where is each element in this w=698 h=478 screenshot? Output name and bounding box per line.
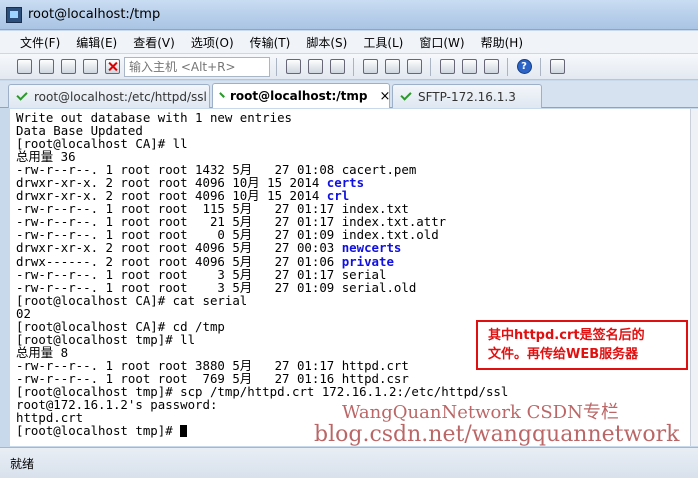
print-setup-icon[interactable] [404,57,424,77]
connect-icon[interactable] [14,57,34,77]
session-tab-strip: root@localhost:/etc/httpd/ssl root@local… [0,81,698,108]
menu-window[interactable]: 窗口(W) [411,34,472,51]
toolbar-divider [353,57,354,76]
connected-check-icon [219,91,225,98]
find-icon[interactable] [327,57,347,77]
menu-tools[interactable]: 工具(L) [355,34,411,51]
window-title: root@localhost:/tmp [28,7,161,22]
connect-tab-icon[interactable] [58,57,78,77]
terminal-line: -rw-r--r--. 1 root root 3 5月 27 01:17 se… [16,266,387,282]
toolbar-divider [507,57,508,76]
status-bar: 就绪 [0,447,698,478]
global-options-icon[interactable] [459,57,479,77]
tab-label: root@localhost:/etc/httpd/ssl [34,89,207,104]
annotation-line-1: 其中httpd.crt是签名后的 [488,328,645,343]
reconnect-icon[interactable] [80,57,100,77]
menu-edit[interactable]: 编辑(E) [68,34,125,51]
connected-check-icon [400,89,412,101]
tab-label: root@localhost:/tmp [230,89,368,103]
toolbar-divider [540,57,541,76]
print-preview-icon[interactable] [382,57,402,77]
terminal-output[interactable]: Write out database with 1 new entries Dat… [10,109,698,446]
terminal-line: drwx------. 2 root root 4096 5月 27 01:06… [16,253,394,269]
session-options-icon[interactable] [437,57,457,77]
help-icon[interactable]: ? [514,57,534,77]
toolbar-divider [430,57,431,76]
copy-icon[interactable] [283,57,303,77]
menu-help[interactable]: 帮助(H) [473,34,531,51]
status-text: 就绪 [10,456,35,471]
close-tab-icon[interactable]: × [380,89,391,104]
disconnect-icon[interactable] [102,57,122,77]
key-icon[interactable] [481,57,501,77]
host-input[interactable] [124,56,270,77]
terminal-scrollbar[interactable] [690,109,698,446]
quick-connect-icon[interactable] [36,57,56,77]
paste-icon[interactable] [305,57,325,77]
toolbar: ? [0,54,698,80]
menu-file[interactable]: 文件(F) [12,34,68,51]
tab-etc-httpd-ssl[interactable]: root@localhost:/etc/httpd/ssl [8,84,210,108]
terminal-line: [root@localhost tmp]# [16,424,698,437]
annotation-box: 其中httpd.crt是签名后的 文件。再传给WEB服务器 [476,320,688,370]
menu-bar: 文件(F) 编辑(E) 查看(V) 选项(O) 传输(T) 脚本(S) 工具(L… [0,31,698,53]
terminal-app-icon [6,6,22,23]
print-icon[interactable] [360,57,380,77]
menu-script[interactable]: 脚本(S) [298,34,355,51]
menu-view[interactable]: 查看(V) [125,34,183,51]
menu-transfer[interactable]: 传输(T) [242,34,299,51]
tab-sftp[interactable]: SFTP-172.16.1.3 [392,84,542,108]
terminal-line: 02 [16,305,31,321]
screenshot-icon[interactable] [547,57,567,77]
terminal-line: -rw-r--r--. 1 root root 3 5月 27 01:09 se… [16,279,417,295]
connected-check-icon [16,89,28,101]
tab-label: SFTP-172.16.1.3 [418,89,516,104]
tab-tmp[interactable]: root@localhost:/tmp × [212,83,390,108]
annotation-line-2: 文件。再传给WEB服务器 [488,347,639,362]
terminal-line: [root@localhost CA]# ll [16,136,188,152]
menu-options[interactable]: 选项(O) [183,34,242,51]
terminal-cursor [180,425,188,438]
toolbar-divider [276,57,277,76]
terminal-line: root@172.16.1.2's password: [16,397,218,413]
title-bar: root@localhost:/tmp [0,0,698,30]
terminal-line: [root@localhost CA]# cat serial [16,292,248,308]
